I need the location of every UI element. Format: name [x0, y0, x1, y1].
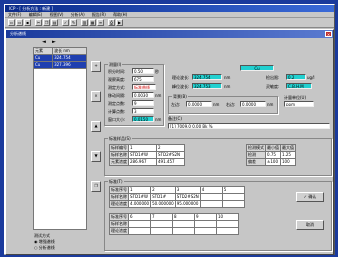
mode-caption: 测试方式	[34, 233, 50, 238]
save-icon[interactable]: ▪	[24, 19, 31, 26]
theory-wavelength: 324.754	[192, 74, 222, 80]
col-element: 元素	[32, 47, 54, 55]
delete-line-button[interactable]: ×	[91, 91, 101, 102]
note-caption: 备注(C)	[168, 116, 182, 121]
list-item[interactable]: Cu 324.754	[32, 54, 87, 62]
new-icon[interactable]: ▫	[8, 19, 15, 26]
window-size-input[interactable]: 0.0150	[132, 116, 154, 122]
element-title: Cu	[240, 65, 274, 71]
next-icon[interactable]: ►	[52, 40, 56, 45]
copy-icon[interactable]: ❐	[43, 19, 50, 26]
close-icon[interactable]: ×	[325, 31, 332, 37]
cut-icon[interactable]: ✂	[35, 19, 42, 26]
analysis-line-dialog: 分析谱线 × ◄ ► 元素 波长 nm Cu 324.754 Cu 327.396 +…	[5, 29, 334, 255]
calc-points-input[interactable]: 3	[132, 108, 154, 114]
menu-help[interactable]: 帮助(H)	[113, 12, 127, 17]
std-sample-table[interactable]: 标样编号 1 2 标样名称 STD1#W STD2#S2N 元素浓度 286.967 491…	[109, 144, 185, 166]
main-window: ICP - [ 分析方法 : 新建 ] 文件(F) 编辑(E) 视图(V) 分析…	[4, 4, 335, 255]
mode-enhanced-radio[interactable]: ◉ 增强谱线	[34, 239, 55, 244]
window-title: ICP - [ 分析方法 : 新建 ]	[5, 5, 334, 12]
prev-icon[interactable]: ◄	[42, 40, 46, 45]
menu-edit[interactable]: 编辑(E)	[29, 12, 43, 17]
std-table-2[interactable]: 标准序号 6 7 8 9 10 标样名称 理论浓度	[109, 213, 239, 235]
sensitivity: C.B.H.M	[286, 83, 312, 89]
unit-select[interactable]: ppm	[284, 101, 314, 107]
list-item[interactable]: Cu 327.396	[32, 61, 87, 69]
run-icon[interactable]: ▶	[116, 19, 123, 26]
edit-icon[interactable]: ✎	[70, 19, 77, 26]
confirm-button[interactable]: ✓ 确认	[296, 192, 324, 202]
line-list[interactable]: 元素 波长 nm Cu 324.754 Cu 327.396	[32, 47, 87, 69]
menu-view[interactable]: 视图(V)	[50, 12, 64, 17]
measure-mode-select[interactable]: 标准曲线	[132, 84, 156, 90]
measure-points-input[interactable]: 9	[132, 100, 154, 106]
dialog-title: 分析谱线	[6, 30, 333, 38]
measure-caption: 测量(I)	[108, 62, 123, 67]
move-up-button[interactable]: ▲	[91, 121, 101, 132]
check-icon[interactable]: ✓	[62, 19, 69, 26]
bg-right-input[interactable]: 0.0000	[240, 101, 266, 107]
print-icon[interactable]: ⎙	[108, 19, 115, 26]
view-height-input[interactable]: 675	[132, 76, 154, 82]
add-line-button[interactable]: +	[91, 61, 101, 72]
toolbar: ▫ ▭ ▪ ✂ ❐ ▤ ✓ ✎ ▥ ▦ ≡ ⎙ ▶	[5, 18, 334, 28]
note-input[interactable]: [1] 7009.0 0.00 Bk %	[168, 123, 330, 129]
menu-file[interactable]: 文件(F)	[8, 12, 21, 17]
table-icon[interactable]: ▦	[89, 19, 96, 26]
detection-limit: 0.2	[286, 74, 306, 80]
line-list-area[interactable]	[33, 69, 87, 230]
copy-line-button[interactable]: ❐	[91, 181, 101, 192]
menu-report[interactable]: 报告(R)	[92, 12, 106, 17]
move-down-button[interactable]: ▼	[91, 151, 101, 162]
step-input[interactable]: 0.0030	[132, 92, 154, 98]
list-icon[interactable]: ≡	[97, 19, 104, 26]
std-table[interactable]: 标准序号 1 2 3 4 5 标样名称 STD1#W STD1# STD2#S2N 理论浓度 4.…	[109, 186, 245, 208]
mode-analysis-radio[interactable]: ○ 分析谱线	[34, 245, 55, 250]
integration-time-input[interactable]: 0.50	[132, 68, 154, 74]
check-table[interactable]: 检测模式 最小值 最大值 检测 0.75 1.25 偏差 ±100 100	[246, 144, 296, 166]
col-wavelength: 波长 nm	[52, 47, 87, 55]
cancel-button[interactable]: 取消	[296, 220, 324, 230]
paste-icon[interactable]: ▤	[51, 19, 58, 26]
save-icon: ✓	[303, 194, 308, 199]
peak-wavelength: 324.753	[192, 83, 222, 89]
bg-left-input[interactable]: 0.0000	[186, 101, 212, 107]
chart-icon[interactable]: ▥	[81, 19, 88, 26]
menu-analyze[interactable]: 分析(A)	[71, 12, 85, 17]
open-icon[interactable]: ▭	[16, 19, 23, 26]
